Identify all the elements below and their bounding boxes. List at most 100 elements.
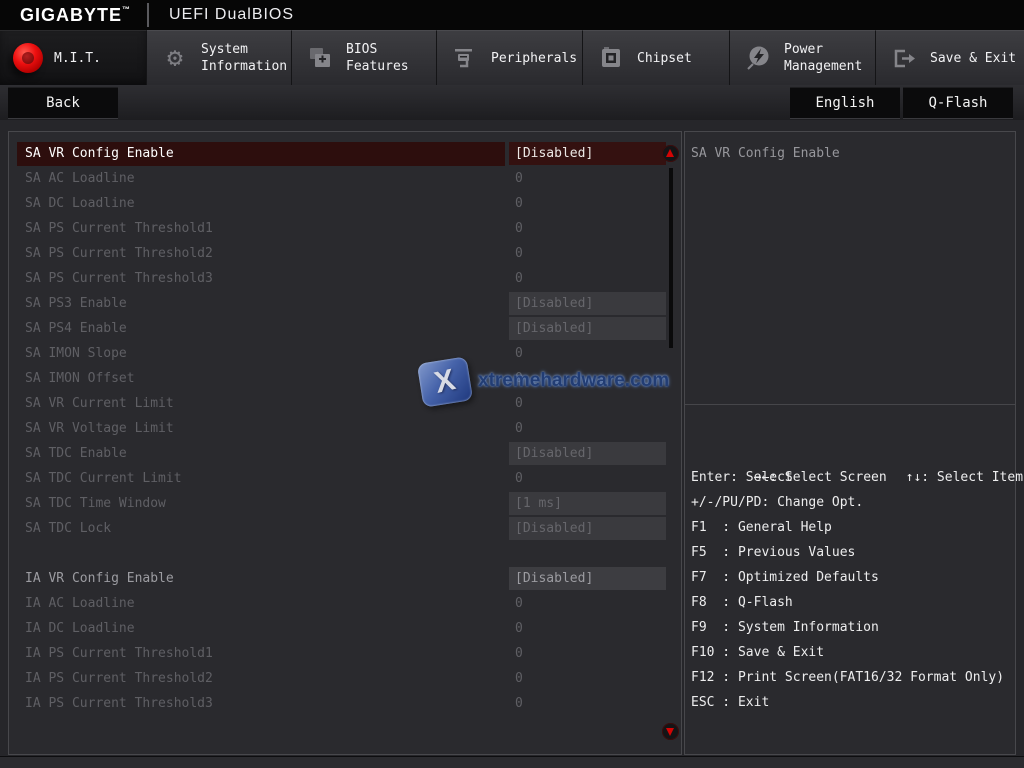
bios-title: UEFI DualBIOS bbox=[169, 6, 294, 24]
setting-value: 0 bbox=[509, 192, 666, 215]
tab-save-exit[interactable]: Save & Exit bbox=[876, 30, 1024, 85]
setting-value: 0 bbox=[509, 667, 666, 690]
setting-value[interactable]: [Disabled] bbox=[509, 567, 666, 590]
setting-value: 0 bbox=[509, 617, 666, 640]
peripherals-icon bbox=[449, 42, 481, 74]
chipset-icon bbox=[595, 42, 627, 74]
bottom-strip bbox=[0, 756, 1024, 768]
setting-row: SA IMON Slope 0 bbox=[9, 342, 681, 367]
setting-row[interactable]: IA VR Config Enable [Disabled] bbox=[9, 567, 681, 592]
setting-label: IA PS Current Threshold1 bbox=[25, 642, 213, 666]
tab-label: Peripherals bbox=[491, 50, 577, 67]
gear-icon: ⚙ bbox=[159, 42, 191, 74]
setting-row: SA AC Loadline 0 bbox=[9, 167, 681, 192]
setting-value: [Disabled] bbox=[509, 317, 666, 340]
save-exit-door-icon bbox=[888, 42, 920, 74]
legend-line: F5 : Previous Values bbox=[691, 540, 1013, 565]
setting-row: IA AC Loadline 0 bbox=[9, 592, 681, 617]
setting-label: IA PS Current Threshold3 bbox=[25, 692, 213, 716]
setting-row: SA TDC Lock [Disabled] bbox=[9, 517, 681, 542]
tab-mit[interactable]: M.I.T. bbox=[0, 30, 147, 85]
setting-label: IA PS Current Threshold2 bbox=[25, 667, 213, 691]
key-legend: →←: Select Screen↑↓: Select Item Enter: … bbox=[691, 440, 1013, 715]
setting-label: SA IMON Offset bbox=[25, 367, 135, 391]
setting-label: SA VR Current Limit bbox=[25, 392, 174, 416]
setting-row: SA TDC Time Window [1 ms] bbox=[9, 492, 681, 517]
setting-label: SA IMON Slope bbox=[25, 342, 127, 366]
setting-value: [1 ms] bbox=[509, 492, 666, 515]
setting-row: IA DC Loadline 0 bbox=[9, 617, 681, 642]
setting-row: SA IMON Offset 0 bbox=[9, 367, 681, 392]
setting-value: 0 bbox=[509, 592, 666, 615]
legend-line: +/-/PU/PD: Change Opt. bbox=[691, 490, 1013, 515]
settings-group-ia: IA VR Config Enable [Disabled] IA AC Loa… bbox=[9, 567, 681, 717]
bios-folder-icon bbox=[304, 42, 336, 74]
tab-bios-features[interactable]: BIOSFeatures bbox=[292, 30, 437, 85]
setting-value: 0 bbox=[509, 392, 666, 415]
legend-line: F10 : Save & Exit bbox=[691, 640, 1013, 665]
legend-line: F8 : Q-Flash bbox=[691, 590, 1013, 615]
setting-value: 0 bbox=[509, 217, 666, 240]
setting-value: 0 bbox=[509, 367, 666, 390]
tab-label: Chipset bbox=[637, 50, 692, 67]
setting-value: [Disabled] bbox=[509, 517, 666, 540]
legend-line: F12 : Print Screen(FAT16/32 Format Only) bbox=[691, 665, 1013, 690]
legend-line: F7 : Optimized Defaults bbox=[691, 565, 1013, 590]
setting-label: SA PS Current Threshold1 bbox=[25, 217, 213, 241]
setting-value: 0 bbox=[509, 692, 666, 715]
titlebar-divider bbox=[147, 3, 149, 27]
setting-row: IA PS Current Threshold2 0 bbox=[9, 667, 681, 692]
tab-power-management[interactable]: PowerManagement bbox=[730, 30, 876, 85]
setting-row: SA PS4 Enable [Disabled] bbox=[9, 317, 681, 342]
setting-label: SA DC Loadline bbox=[25, 192, 135, 216]
back-button[interactable]: Back bbox=[8, 87, 118, 118]
main-menu-tabbar: M.I.T. ⚙ SystemInformation BIOSFeatures … bbox=[0, 30, 1024, 85]
help-panel: SA VR Config Enable →←: Select Screen↑↓:… bbox=[684, 131, 1016, 755]
setting-row: IA PS Current Threshold3 0 bbox=[9, 692, 681, 717]
scroll-down-button[interactable] bbox=[662, 723, 679, 740]
help-title: SA VR Config Enable bbox=[691, 146, 840, 161]
setting-row: IA PS Current Threshold1 0 bbox=[9, 642, 681, 667]
legend-lines: Enter: Select +/-/PU/PD: Change Opt. F1 … bbox=[691, 465, 1013, 715]
scroll-up-button[interactable] bbox=[662, 145, 679, 162]
tab-label: SystemInformation bbox=[201, 41, 287, 75]
setting-label: SA AC Loadline bbox=[25, 167, 135, 191]
tab-system-information[interactable]: ⚙ SystemInformation bbox=[147, 30, 292, 85]
setting-row: SA PS Current Threshold3 0 bbox=[9, 267, 681, 292]
setting-label: IA DC Loadline bbox=[25, 617, 135, 641]
setting-row: SA VR Voltage Limit 0 bbox=[9, 417, 681, 442]
setting-label: SA VR Config Enable bbox=[25, 142, 174, 166]
setting-row: SA PS Current Threshold2 0 bbox=[9, 242, 681, 267]
qflash-button[interactable]: Q-Flash bbox=[903, 87, 1013, 118]
setting-value: 0 bbox=[509, 167, 666, 190]
setting-label: SA PS4 Enable bbox=[25, 317, 127, 341]
setting-label: SA PS Current Threshold2 bbox=[25, 242, 213, 266]
tab-label: M.I.T. bbox=[54, 50, 101, 67]
scrollbar-thumb[interactable] bbox=[669, 168, 673, 348]
tab-peripherals[interactable]: Peripherals bbox=[437, 30, 583, 85]
setting-value[interactable]: [Disabled] bbox=[509, 142, 666, 165]
setting-label: SA VR Voltage Limit bbox=[25, 417, 174, 441]
setting-value: 0 bbox=[509, 467, 666, 490]
setting-row: SA DC Loadline 0 bbox=[9, 192, 681, 217]
setting-value: [Disabled] bbox=[509, 442, 666, 465]
setting-row[interactable]: SA VR Config Enable [Disabled] bbox=[9, 142, 681, 167]
tab-label: BIOSFeatures bbox=[346, 41, 409, 75]
setting-label: SA PS3 Enable bbox=[25, 292, 127, 316]
settings-list: SA VR Config Enable [Disabled] SA AC Loa… bbox=[9, 142, 681, 717]
tab-label: Save & Exit bbox=[930, 50, 1016, 67]
setting-label: IA AC Loadline bbox=[25, 592, 135, 616]
legend-line: F1 : General Help bbox=[691, 515, 1013, 540]
main-area: SA VR Config Enable [Disabled] SA AC Loa… bbox=[8, 131, 1016, 755]
legend-select-item: ↑↓: Select Item bbox=[906, 470, 1023, 485]
setting-row: SA PS3 Enable [Disabled] bbox=[9, 292, 681, 317]
tab-chipset[interactable]: Chipset bbox=[583, 30, 730, 85]
setting-row: SA TDC Enable [Disabled] bbox=[9, 442, 681, 467]
help-divider bbox=[685, 404, 1015, 405]
setting-value: 0 bbox=[509, 267, 666, 290]
setting-label: SA PS Current Threshold3 bbox=[25, 267, 213, 291]
language-button[interactable]: English bbox=[790, 87, 900, 118]
title-bar: GIGABYTE™ UEFI DualBIOS bbox=[0, 0, 1024, 30]
setting-row: SA TDC Current Limit 0 bbox=[9, 467, 681, 492]
power-lightning-icon bbox=[742, 42, 774, 74]
